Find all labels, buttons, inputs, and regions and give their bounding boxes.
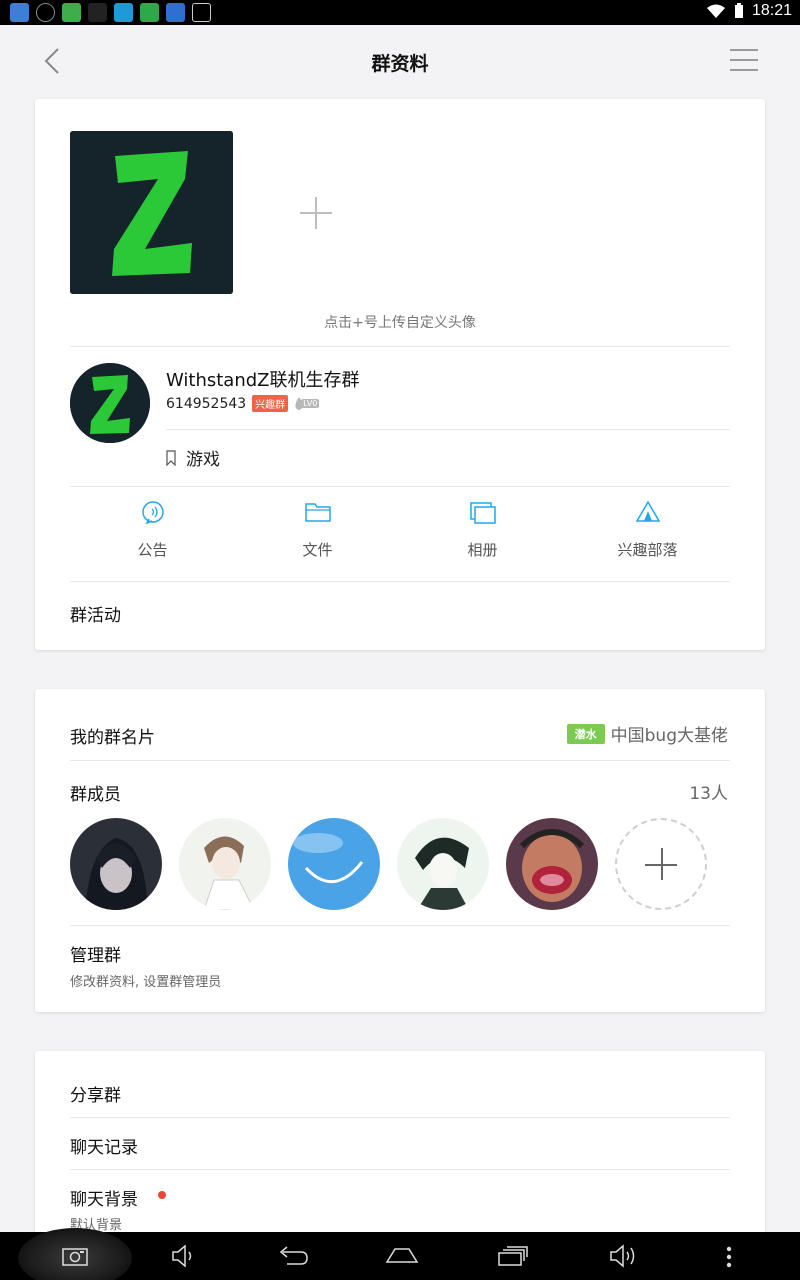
group-name: WithstandZ联机生存群: [166, 370, 360, 391]
upload-hint: 点击+号上传自定义头像: [324, 315, 476, 331]
chat-history-row[interactable]: 聊天记录: [70, 1133, 138, 1158]
feature-label: 相册: [467, 541, 498, 559]
group-activity-row[interactable]: 群活动: [70, 601, 121, 626]
member-avatar[interactable]: [179, 818, 271, 910]
bookmark-icon: [166, 449, 176, 466]
avatar-image: [179, 818, 271, 910]
divider: [70, 760, 730, 761]
members-label[interactable]: 群成员: [70, 780, 121, 805]
volume-down-button[interactable]: [170, 1244, 198, 1272]
chat-background-label[interactable]: 聊天背景: [70, 1185, 138, 1210]
feature-album[interactable]: 相册: [400, 499, 565, 579]
category-row[interactable]: 游戏: [166, 445, 220, 470]
page-title: 群资料: [371, 53, 429, 75]
battery-icon: [734, 3, 743, 18]
feature-files[interactable]: 文件: [235, 499, 400, 579]
avatar-image: [70, 818, 162, 910]
feature-label: 公告: [137, 541, 168, 559]
new-indicator-dot: [158, 1191, 166, 1199]
app-header: 群资料: [0, 25, 800, 97]
screenshot-button[interactable]: [61, 1245, 89, 1271]
add-member-button[interactable]: [615, 818, 707, 910]
volume-up-icon: [610, 1244, 635, 1268]
z-logo-image: [70, 131, 233, 294]
member-status-badge: 潜水: [566, 723, 605, 744]
p-app-icon: [62, 3, 81, 22]
more-options-button[interactable]: [725, 1246, 733, 1272]
camera-icon: [62, 1248, 88, 1266]
tieba-app-icon: [166, 3, 185, 22]
browser-app-icon: [114, 3, 133, 22]
feature-tribe[interactable]: 兴趣部落: [565, 499, 730, 579]
my-card-value[interactable]: 潜水 中国bug大基佬: [566, 721, 728, 746]
upload-avatar-plus-button[interactable]: [300, 197, 332, 229]
member-count: 13人: [689, 784, 728, 804]
system-nav-bar: [0, 1228, 800, 1280]
image-icon: [192, 3, 211, 22]
volume-up-button[interactable]: [608, 1243, 642, 1273]
clock: 18:21: [751, 2, 792, 19]
group-id-row: 614952543 兴趣群 LV0: [166, 395, 320, 412]
category-label: 游戏: [186, 450, 220, 470]
member-avatar[interactable]: [506, 818, 598, 910]
announcement-icon: [141, 501, 164, 525]
status-right: 18:21: [706, 2, 792, 20]
settings-card: 分享群 聊天记录 聊天背景 默认背景: [35, 1051, 765, 1241]
wifi-icon: [706, 4, 725, 18]
folder-icon: [304, 503, 331, 522]
plane-app-icon: [10, 3, 29, 22]
my-nickname: 中国bug大基佬: [610, 726, 728, 746]
manage-group-label[interactable]: 管理群: [70, 941, 121, 966]
volume-down-icon: [172, 1244, 192, 1268]
group-avatar[interactable]: [70, 363, 150, 443]
back-arrow-icon: [279, 1246, 308, 1265]
divider: [70, 1117, 730, 1118]
back-nav-button[interactable]: [277, 1246, 309, 1270]
divider: [70, 486, 730, 487]
group-large-avatar[interactable]: [70, 131, 233, 294]
menu-button[interactable]: [730, 49, 758, 73]
divider: [166, 429, 730, 430]
member-avatar[interactable]: [288, 818, 380, 910]
album-icon: [469, 502, 496, 524]
divider: [70, 925, 730, 926]
divider: [70, 1169, 730, 1170]
recent-apps-icon: [498, 1246, 528, 1266]
feature-announcement[interactable]: 公告: [70, 499, 235, 579]
avatar-image: [506, 818, 598, 910]
my-card-label[interactable]: 我的群名片: [70, 723, 155, 748]
notification-icons: [10, 3, 211, 22]
tribe-tent-icon: [635, 500, 660, 522]
home-icon: [385, 1248, 419, 1263]
level-text: LV0: [301, 399, 320, 408]
home-button[interactable]: [385, 1246, 419, 1268]
avatar-image: [288, 818, 380, 910]
level-badge: LV0: [294, 396, 320, 411]
member-avatar[interactable]: [70, 818, 162, 910]
member-avatar[interactable]: [397, 818, 489, 910]
share-group-row[interactable]: 分享群: [70, 1081, 121, 1106]
z-logo-image: [70, 363, 150, 443]
avatar-image: [397, 818, 489, 910]
iqiyi-app-icon: [140, 3, 159, 22]
divider: [70, 581, 730, 582]
membership-card: 我的群名片 潜水 中国bug大基佬 群成员 13人 管理群 修改群资料, 设置群…: [35, 689, 765, 1012]
divider: [70, 346, 730, 347]
group-id: 614952543: [166, 395, 247, 412]
more-vertical-icon: [726, 1246, 732, 1268]
feature-label: 文件: [302, 541, 333, 559]
feature-label: 兴趣部落: [617, 541, 678, 559]
manage-group-desc: 修改群资料, 设置群管理员: [70, 975, 222, 990]
weather-icon: [36, 3, 55, 22]
recent-apps-button[interactable]: [497, 1245, 529, 1271]
feature-row: 公告 文件 相册 兴趣部落: [70, 499, 730, 579]
status-bar: 18:21: [0, 0, 800, 25]
hamburger-icon: [730, 49, 758, 51]
shield-icon: [88, 3, 107, 22]
member-avatars: [70, 818, 707, 910]
interest-group-tag: 兴趣群: [252, 395, 289, 412]
group-info-card: 点击+号上传自定义头像 WithstandZ联机生存群 614952543 兴趣…: [35, 99, 765, 650]
